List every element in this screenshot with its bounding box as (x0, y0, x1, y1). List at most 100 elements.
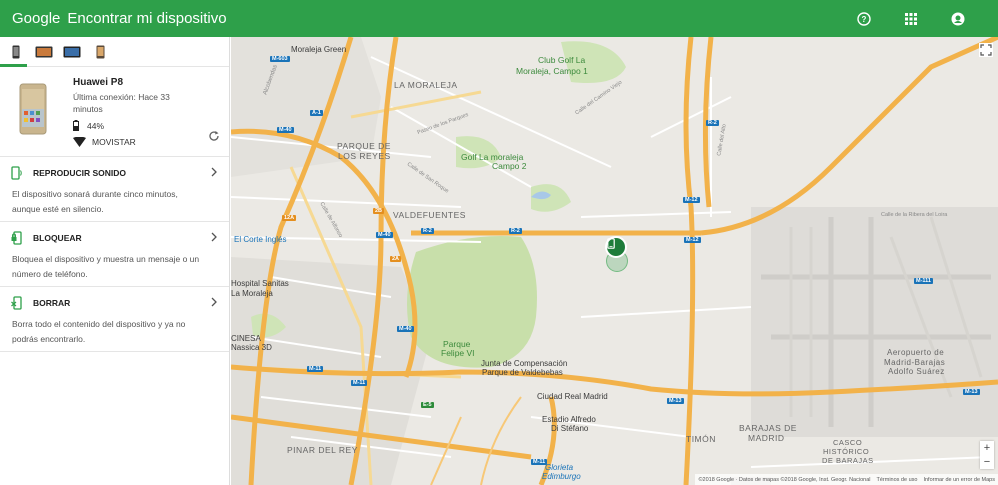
refresh-icon[interactable] (208, 130, 220, 142)
fullscreen-icon (980, 44, 992, 56)
battery-icon (73, 120, 79, 131)
map-label-casco-b: HISTÓRICO (823, 447, 870, 456)
map-street-5: Calle de la Ribera del Loira (881, 212, 948, 218)
map-label-barajas-b: MADRID (748, 433, 785, 443)
battery-level: 44% (87, 120, 105, 131)
tablet-icon (35, 46, 53, 57)
map-label-timon: TIMÓN (686, 434, 716, 444)
map-label-parque-reyes-b: LOS REYES (338, 151, 391, 161)
erase-description: Borra todo el contenido del dispositivo … (12, 319, 186, 344)
map-label-golf-campo2-b: Campo 2 (492, 161, 527, 171)
fullscreen-button[interactable] (979, 43, 993, 57)
map-copyright: ©2018 Google · Datos de mapas ©2018 Goog… (698, 476, 871, 483)
map-attribution: ©2018 Google · Datos de mapas ©2018 Goog… (695, 474, 998, 485)
top-icons: ? (855, 10, 966, 27)
network-name: MOVISTAR (92, 137, 136, 147)
map-label-moraleja-green: Moraleja Green (291, 45, 347, 54)
apps-icon[interactable] (902, 10, 919, 27)
map-label-cinesa-a: CINESA (231, 334, 261, 343)
map-label-aeropuerto-a: Aeropuerto de (887, 348, 945, 357)
erase-action[interactable]: BORRAR Borra todo el contenido del dispo… (0, 287, 229, 352)
phone-marker-icon (607, 238, 615, 249)
device-image (19, 83, 47, 135)
play-sound-action[interactable]: REPRODUCIR SONIDO El dispositivo sonará … (0, 157, 229, 222)
map-label-club-golf: Club Golf La (538, 55, 586, 65)
map-label-pinar-rey: PINAR DEL REY (287, 445, 358, 455)
road-m13-a: M-13 (667, 398, 684, 404)
chevron-right-icon (211, 232, 217, 242)
road-m12-a: M-12 (683, 197, 700, 203)
road-m40-b: M-40 (376, 232, 393, 238)
road-m111: M-111 (914, 278, 933, 284)
map-label-aeropuerto-b: Madrid-Barajas (884, 358, 946, 367)
map-label-sanitas-b: La Moraleja (231, 289, 273, 298)
help-icon[interactable]: ? (855, 10, 872, 27)
phone-ring-icon (11, 166, 22, 180)
road-e5: E-5 (421, 402, 434, 408)
zoom-controls: + − (980, 441, 994, 469)
map-label-parque-reyes-a: PARQUE DE (337, 141, 391, 151)
lock-action[interactable]: BLOQUEAR Bloquea el dispositivo y muestr… (0, 222, 229, 287)
road-m12-b: M-12 (684, 237, 701, 243)
map-label-moraleja-campo1: Moraleja, Campo 1 (516, 66, 588, 76)
network-row: MOVISTAR (73, 137, 136, 147)
svg-text:?: ? (861, 15, 866, 24)
device-tab-tablet[interactable] (33, 38, 55, 66)
account-icon[interactable] (949, 10, 966, 27)
map-label-glorieta-a: Glorieta (545, 463, 574, 472)
phone-lock-icon (11, 231, 22, 245)
erase-title: BORRAR (33, 298, 71, 308)
chevron-right-icon (211, 297, 217, 307)
terms-link[interactable]: Términos de uso (876, 477, 917, 483)
wifi-signal-icon (73, 137, 86, 147)
map-label-estadio-a: Estadio Alfredo (542, 415, 596, 424)
road-r2-c: R-2 (706, 120, 719, 126)
map-label-casco-a: CASCO (833, 438, 863, 447)
map-label-valdefuentes: VALDEFUENTES (393, 210, 466, 220)
app-title: Encontrar mi dispositivo (67, 10, 227, 27)
battery-row: 44% (73, 120, 104, 131)
map-label-la-moraleja: LA MORALEJA (394, 80, 458, 90)
play-sound-title: REPRODUCIR SONIDO (33, 168, 127, 178)
zoom-in-button[interactable]: + (980, 441, 994, 455)
device-tab-phone-small[interactable] (89, 38, 111, 66)
road-r2-b: R-2 (509, 228, 522, 234)
map-label-sanitas-a: Hospital Sanitas (231, 279, 289, 288)
device-tabs (0, 37, 229, 67)
road-12a: 12A (282, 215, 297, 221)
map-label-casco-c: DE BARAJAS (822, 456, 874, 465)
map-label-barajas-a: BARAJAS DE (739, 423, 797, 433)
sidebar: Huawei P8 Última conexión: Hace 33 minut… (0, 37, 230, 485)
road-2a: 2A (390, 256, 402, 262)
zoom-out-button[interactable]: − (980, 455, 994, 469)
phone-erase-icon (11, 296, 22, 310)
map-label-junta-a: Junta de Compensación (481, 359, 568, 368)
device-tab-phone[interactable] (5, 38, 27, 66)
map-label-estadio-b: Di Stéfano (551, 424, 589, 433)
map-label-aeropuerto-c: Adolfo Suárez (888, 367, 945, 376)
map-label-cinesa-b: Nassica 3D (231, 343, 272, 352)
road-m40-c: M-40 (397, 326, 414, 332)
map-label-glorieta-b: Edimburgo (542, 472, 581, 481)
play-sound-description: El dispositivo sonará durante cinco minu… (12, 189, 178, 214)
device-name: Huawei P8 (73, 77, 124, 88)
road-a1: A-1 (310, 110, 323, 116)
road-m603: M-603 (270, 56, 290, 62)
road-m11-a: M-11 (307, 366, 324, 372)
phone-small-icon (96, 45, 104, 58)
road-m11-c: M-11 (531, 459, 548, 465)
google-logo[interactable]: Google (12, 10, 60, 27)
map-label-corte-ingles: El Corte Inglés (234, 235, 287, 244)
device-location-marker[interactable] (605, 236, 627, 258)
road-m40-a: M-40 (277, 127, 294, 133)
map-label-junta-b: Parque de Valdebebas (482, 368, 563, 377)
lock-title: BLOQUEAR (33, 233, 82, 243)
map-label-parque-felipe-b: Felipe VI (441, 348, 475, 358)
road-m11-b: M-11 (351, 380, 368, 386)
report-error-link[interactable]: Informar de un error de Maps (923, 477, 995, 483)
map[interactable]: Moraleja Green Club Golf La Moraleja, Ca… (231, 37, 998, 485)
tablet-landscape-icon (63, 46, 81, 57)
last-connection: Última conexión: Hace 33 minutos (73, 92, 170, 114)
lock-description: Bloquea el dispositivo y muestra un mens… (12, 254, 200, 279)
device-tab-tablet-landscape[interactable] (61, 38, 83, 66)
